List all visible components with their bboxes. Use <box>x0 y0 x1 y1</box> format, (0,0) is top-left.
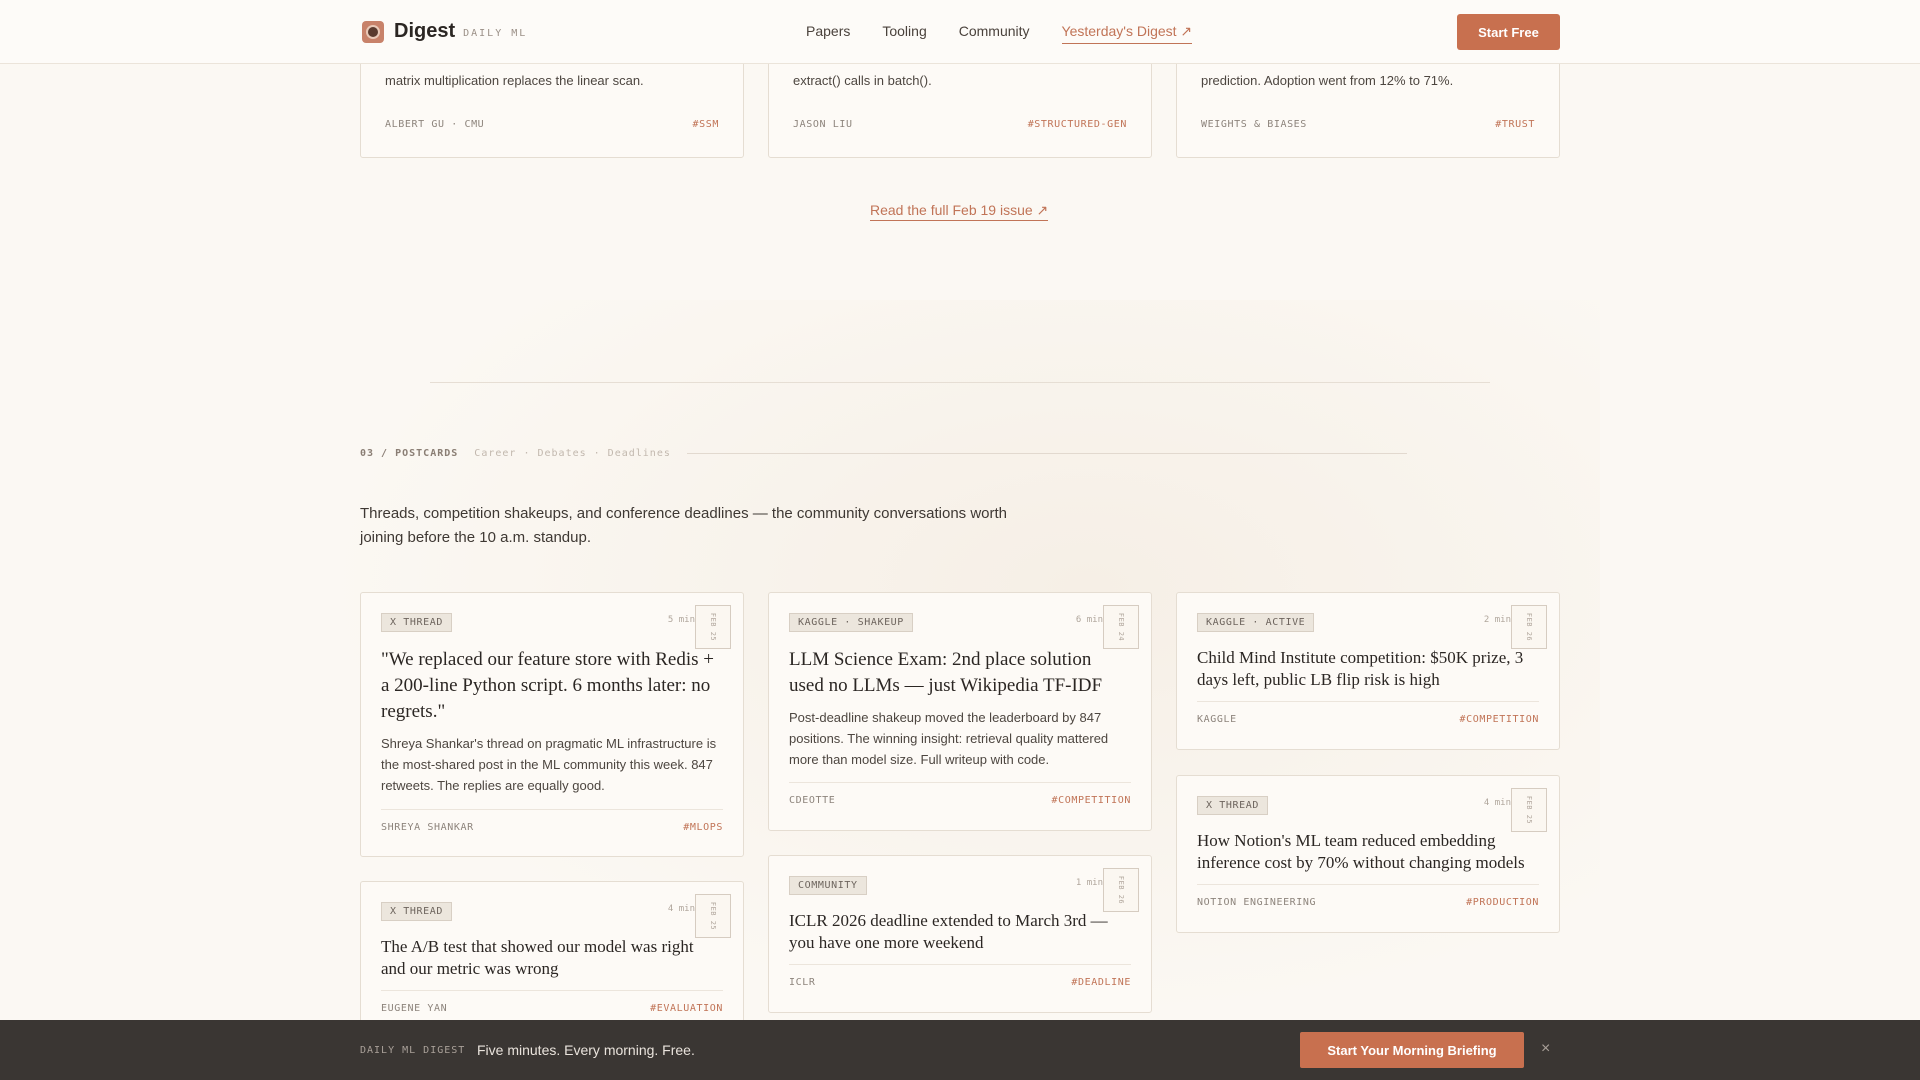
bar-label: DAILY ML DIGEST <box>360 1045 466 1056</box>
postcard-badge: COMMUNITY <box>789 876 867 895</box>
card-author: WEIGHTS & BIASES <box>1201 119 1307 130</box>
postcard-footer: SHREYA SHANKAR #MLOPS <box>381 809 723 833</box>
postcard-description: Post-deadline shakeup moved the leaderbo… <box>789 710 1109 767</box>
postcard-tag[interactable]: #EVALUATION <box>650 1003 723 1014</box>
brand-name: Digest <box>394 20 456 42</box>
nav-community[interactable]: Community <box>959 23 1030 44</box>
postcard[interactable]: KAGGLE · SHAKEUP 6 min FEB 24 LLM Scienc… <box>768 592 1152 831</box>
section-topics: Career · Debates · Deadlines <box>474 448 671 459</box>
postcard-title[interactable]: The A/B test that showed our model was r… <box>381 936 719 980</box>
bar-tagline: Five minutes. Every morning. Free. <box>477 1042 695 1058</box>
postcard-stamp: FEB 24 <box>1103 605 1139 649</box>
postcard-author: SHREYA SHANKAR <box>381 822 474 833</box>
postcard-author: NOTION ENGINEERING <box>1197 897 1317 908</box>
postcard-footer: KAGGLE #COMPETITION <box>1197 701 1539 725</box>
postcard-title[interactable]: ICLR 2026 deadline extended to March 3rd… <box>789 910 1127 954</box>
postcard-footer: CDEOTTE #COMPETITION <box>789 782 1131 806</box>
stamp-date: FEB 26 <box>1524 612 1533 642</box>
card-excerpt: extract() calls in batch(). <box>793 73 932 88</box>
postcard-stamp: FEB 26 <box>1511 605 1547 649</box>
read-full-issue-link[interactable]: Read the full Feb 19 issue ↗ <box>870 202 1049 221</box>
card-footer: WEIGHTS & BIASES #TRUST <box>1201 119 1535 130</box>
postcard-tag[interactable]: #COMPETITION <box>1052 795 1131 806</box>
read-time: 1 min <box>1075 878 1103 888</box>
postcard[interactable]: X THREAD 5 min FEB 25 "We replaced our f… <box>360 592 744 857</box>
section-intro: Threads, competition shakeups, and confe… <box>360 505 1008 546</box>
read-time: 2 min <box>1483 615 1511 625</box>
stamp-date: FEB 24 <box>1116 612 1125 642</box>
card-tag[interactable]: #TRUST <box>1495 119 1535 130</box>
postcard[interactable]: X THREAD 4 min FEB 25 How Notion's ML te… <box>1176 775 1560 933</box>
postcard-title[interactable]: Child Mind Institute competition: $50K p… <box>1197 647 1535 691</box>
postcard-tag[interactable]: #MLOPS <box>683 822 723 833</box>
postcard-tag[interactable]: #PRODUCTION <box>1466 897 1539 908</box>
postcard-title[interactable]: LLM Science Exam: 2nd place solution use… <box>789 647 1127 699</box>
postcard-footer: ICLR #DEADLINE <box>789 964 1131 988</box>
stamp-date: FEB 25 <box>708 612 717 642</box>
postcard-author: EUGENE YAN <box>381 1003 448 1014</box>
postcard-stamp: FEB 26 <box>1103 868 1139 912</box>
postcard-title[interactable]: "We replaced our feature store with Redi… <box>381 647 719 725</box>
postcard-description: Shreya Shankar's thread on pragmatic ML … <box>381 736 717 793</box>
read-time: 6 min <box>1075 615 1103 625</box>
sticky-signup-bar: DAILY ML DIGEST Five minutes. Every morn… <box>0 1020 1920 1080</box>
nav-papers[interactable]: Papers <box>806 23 850 44</box>
section-label: 03 / POSTCARDS Career · Debates · Deadli… <box>360 448 1407 459</box>
postcard-badge: X THREAD <box>381 902 452 921</box>
postcard-stamp: FEB 25 <box>1511 788 1547 832</box>
card-excerpt: matrix multiplication replaces the linea… <box>385 73 644 88</box>
postcard-author: CDEOTTE <box>789 795 836 806</box>
card-author: ALBERT GU · CMU <box>385 119 485 130</box>
postcard-badge: X THREAD <box>381 613 452 632</box>
postcard-footer: EUGENE YAN #EVALUATION <box>381 990 723 1014</box>
card-tag[interactable]: #SSM <box>693 119 719 130</box>
stamp-date: FEB 25 <box>1524 795 1533 825</box>
read-time: 4 min <box>667 904 695 914</box>
postcard-tag[interactable]: #DEADLINE <box>1071 977 1131 988</box>
read-time: 4 min <box>1483 798 1511 808</box>
postcard[interactable]: X THREAD 4 min FEB 25 The A/B test that … <box>360 881 744 1031</box>
start-free-button[interactable]: Start Free <box>1457 14 1560 50</box>
nav-tooling[interactable]: Tooling <box>882 23 926 44</box>
start-morning-briefing-button[interactable]: Start Your Morning Briefing <box>1300 1032 1524 1068</box>
stamp-date: FEB 25 <box>708 901 717 931</box>
site-header: Digest DAILY ML Papers Tooling Community… <box>0 0 1920 64</box>
digest-logo-icon <box>362 20 384 43</box>
section-divider <box>430 382 1490 383</box>
card-excerpt: prediction. Adoption went from 12% to 71… <box>1201 73 1454 88</box>
postcard-badge: KAGGLE · SHAKEUP <box>789 613 913 632</box>
card-tag[interactable]: #STRUCTURED-GEN <box>1028 119 1127 130</box>
postcard[interactable]: KAGGLE · ACTIVE 2 min FEB 26 Child Mind … <box>1176 592 1560 750</box>
brand[interactable]: Digest DAILY ML <box>362 20 527 43</box>
postcard-author: KAGGLE <box>1197 714 1237 725</box>
postcard-tag[interactable]: #COMPETITION <box>1460 714 1539 725</box>
stamp-date: FEB 26 <box>1116 875 1125 905</box>
postcard-footer: NOTION ENGINEERING #PRODUCTION <box>1197 884 1539 908</box>
postcard-stamp: FEB 25 <box>695 894 731 938</box>
postcard-author: ICLR <box>789 977 816 988</box>
postcard-badge: X THREAD <box>1197 796 1268 815</box>
card-author: JASON LIU <box>793 119 853 130</box>
section-number: 03 / POSTCARDS <box>360 448 459 459</box>
close-icon[interactable]: × <box>1541 1040 1550 1058</box>
card-footer: ALBERT GU · CMU #SSM <box>385 119 719 130</box>
nav-yesterdays-digest[interactable]: Yesterday's Digest ↗ <box>1061 23 1193 44</box>
read-time: 5 min <box>667 615 695 625</box>
postcard-badge: KAGGLE · ACTIVE <box>1197 613 1315 632</box>
postcard-title[interactable]: How Notion's ML team reduced embedding i… <box>1197 830 1535 874</box>
postcard[interactable]: COMMUNITY 1 min FEB 26 ICLR 2026 deadlin… <box>768 855 1152 1013</box>
main-nav: Papers Tooling Community Yesterday's Dig… <box>806 23 1224 44</box>
brand-subtitle: DAILY ML <box>463 27 528 39</box>
postcard-stamp: FEB 25 <box>695 605 731 649</box>
section-rule <box>686 453 1407 454</box>
card-footer: JASON LIU #STRUCTURED-GEN <box>793 119 1127 130</box>
